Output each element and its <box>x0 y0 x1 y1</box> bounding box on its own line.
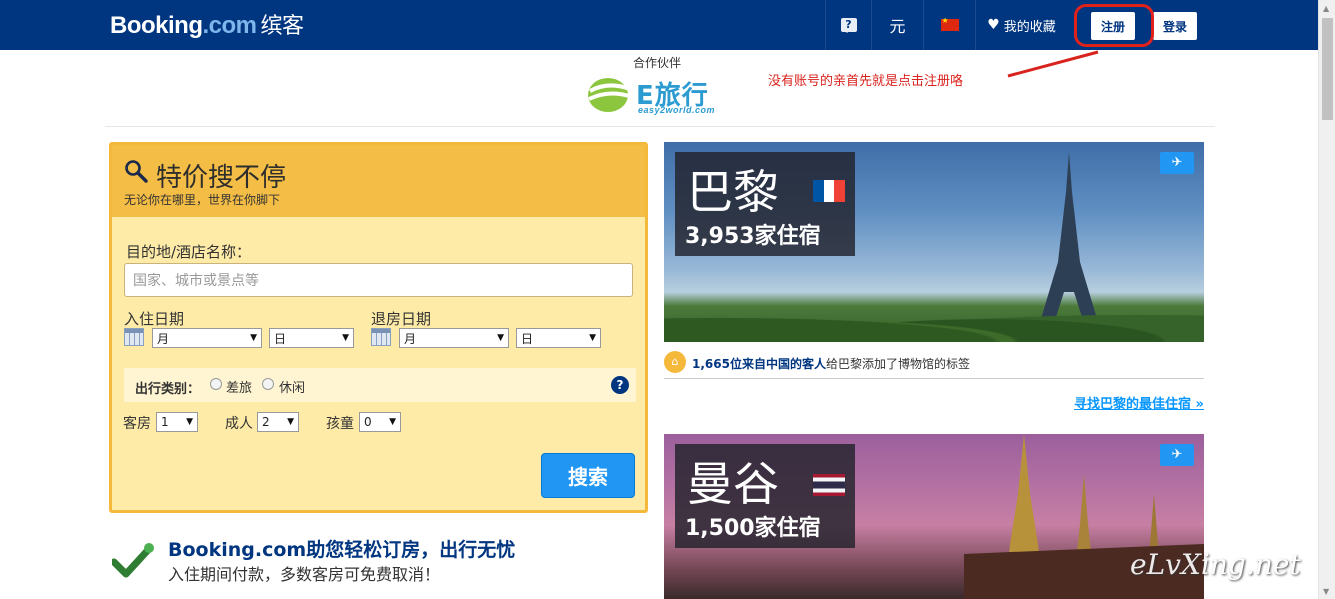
rooms-label: 客房 <box>123 416 151 432</box>
checkout-day-select[interactable]: 日 ▼ <box>516 328 601 348</box>
scroll-down-arrow-icon[interactable]: ▼ <box>1323 587 1329 596</box>
favorites-button[interactable]: ♥ 我的收藏 <box>975 0 1067 50</box>
search-panel: 特价搜不停 无论你在哪里，世界在你脚下 目的地/酒店名称： 国家、城市或景点等 … <box>109 142 648 513</box>
destination-label: 目的地/酒店名称： <box>126 243 252 261</box>
partner-label: 合作伙伴 <box>633 56 682 70</box>
magnifier-icon <box>125 160 148 183</box>
chevron-down-icon: ▼ <box>250 333 257 343</box>
china-flag-icon <box>940 16 959 31</box>
trip-help-icon[interactable]: ? <box>611 376 629 394</box>
destination-card-paris[interactable]: 巴黎 3,953家住宿 ✈ <box>664 142 1204 342</box>
chevron-down-icon: ▼ <box>497 333 504 343</box>
logo-main-text: Booking <box>110 12 203 39</box>
currency-label: 元 <box>889 17 906 36</box>
destination-input[interactable]: 国家、城市或景点等 <box>124 263 633 297</box>
annotation-text: 没有账号的亲首先就是点击注册咯 <box>768 74 964 89</box>
plane-icon[interactable]: ✈ <box>1160 444 1194 466</box>
chevron-down-icon: ▼ <box>342 333 349 343</box>
scroll-thumb[interactable] <box>1322 18 1333 120</box>
thailand-flag-icon <box>813 474 845 496</box>
chevron-down-icon: ▼ <box>389 417 396 427</box>
divider <box>105 126 1215 127</box>
chevron-down-icon: ▼ <box>589 333 596 343</box>
partner-swoosh-icon <box>588 78 633 112</box>
paris-count: 3,953家住宿 <box>685 224 821 249</box>
trust-subtitle: 入住期间付款，多数客房可免费取消！ <box>168 565 441 584</box>
bangkok-overlay-panel: 曼谷 1,500家住宿 <box>675 444 855 548</box>
children-label: 孩童 <box>326 416 354 432</box>
trees-image <box>664 300 1204 342</box>
currency-button[interactable]: 元 <box>871 0 923 50</box>
bangkok-count: 1,500家住宿 <box>685 516 821 541</box>
paris-overlay-panel: 巴黎 3,953家住宿 <box>675 152 855 256</box>
museum-icon: ⌂ <box>664 351 686 373</box>
page-scrollbar[interactable]: ▲ ▼ <box>1318 0 1335 599</box>
chevron-down-icon: ▼ <box>186 417 193 427</box>
france-flag-icon <box>813 180 846 202</box>
partner-logo[interactable]: E旅行 easy2world.com <box>586 73 736 117</box>
adults-value: 2 <box>262 415 270 429</box>
plane-icon[interactable]: ✈ <box>1160 152 1194 174</box>
adults-select[interactable]: 2 ▼ <box>257 412 299 432</box>
rooms-value: 1 <box>161 415 169 429</box>
bangkok-name: 曼谷 <box>687 457 779 511</box>
trip-type-row: 出行类别： 差旅 休闲 ? <box>124 368 636 402</box>
children-value: 0 <box>364 415 372 429</box>
annotation-arrow <box>1007 50 1099 78</box>
children-select[interactable]: 0 ▼ <box>359 412 401 432</box>
checkin-day-select[interactable]: 日 ▼ <box>269 328 354 348</box>
language-button[interactable] <box>923 0 975 50</box>
scroll-up-arrow-icon[interactable]: ▲ <box>1323 4 1329 13</box>
destination-card-bangkok[interactable]: 曼谷 1,500家住宿 ✈ <box>664 434 1204 599</box>
trip-type-label: 出行类别： <box>135 382 201 397</box>
rooms-select[interactable]: 1 ▼ <box>156 412 198 432</box>
favorites-label: 我的收藏 <box>1003 19 1056 35</box>
checkmark-icon <box>112 543 154 578</box>
heart-icon: ♥ <box>987 17 1000 33</box>
checkout-calendar-icon[interactable] <box>371 328 391 346</box>
chevron-down-icon: ▼ <box>287 417 294 427</box>
paris-info-text: 1,665位来自中国的客人给巴黎添加了博物馆的标签 <box>692 355 970 372</box>
help-chat-icon: ? <box>840 18 857 33</box>
paris-info-bold: 1,665位来自中国的客人 <box>692 357 826 371</box>
trip-business-label[interactable]: 差旅 <box>226 377 252 396</box>
paris-name: 巴黎 <box>687 165 779 219</box>
checkin-calendar-icon[interactable] <box>124 328 144 346</box>
logo-dotcom-text: .com <box>202 12 258 39</box>
destination-placeholder: 国家、城市或景点等 <box>133 273 259 289</box>
trip-business-radio[interactable] <box>210 378 222 390</box>
watermark-text: eLvXing.net <box>1130 548 1301 581</box>
search-title: 特价搜不停 <box>156 163 287 193</box>
checkin-label: 入住日期 <box>124 310 185 328</box>
checkout-label: 退房日期 <box>371 310 432 328</box>
annotation-highlight-circle <box>1074 4 1154 47</box>
trip-leisure-label[interactable]: 休闲 <box>279 377 305 396</box>
logo-cn-text: 缤客 <box>260 14 305 39</box>
checkin-day-value: 日 <box>274 331 287 346</box>
login-button[interactable]: 登录 <box>1153 12 1197 40</box>
paris-info-row: ⌂ 1,665位来自中国的客人给巴黎添加了博物馆的标签 <box>664 349 1204 379</box>
search-panel-header: 特价搜不停 无论你在哪里，世界在你脚下 <box>112 145 645 217</box>
partner-logo-subtext: easy2world.com <box>638 105 716 115</box>
checkin-month-select[interactable]: 月 ▼ <box>152 328 262 348</box>
checkout-month-value: 月 <box>404 331 417 346</box>
paris-info-rest: 给巴黎添加了博物馆的标签 <box>825 357 970 371</box>
booking-logo[interactable]: Booking.com 缤客 <box>110 8 304 40</box>
trust-title: Booking.com助您轻松订房，出行无忧 <box>168 539 516 561</box>
search-button[interactable]: 搜索 <box>541 453 635 498</box>
checkout-month-select[interactable]: 月 ▼ <box>399 328 509 348</box>
checkin-month-value: 月 <box>157 331 170 346</box>
checkout-day-value: 日 <box>521 331 534 346</box>
adults-label: 成人 <box>225 416 253 432</box>
trip-leisure-radio[interactable] <box>262 378 274 390</box>
help-button[interactable]: ? <box>825 0 871 50</box>
find-paris-link[interactable]: 寻找巴黎的最佳住宿 » <box>1074 393 1204 412</box>
search-subtitle: 无论你在哪里，世界在你脚下 <box>124 193 281 207</box>
